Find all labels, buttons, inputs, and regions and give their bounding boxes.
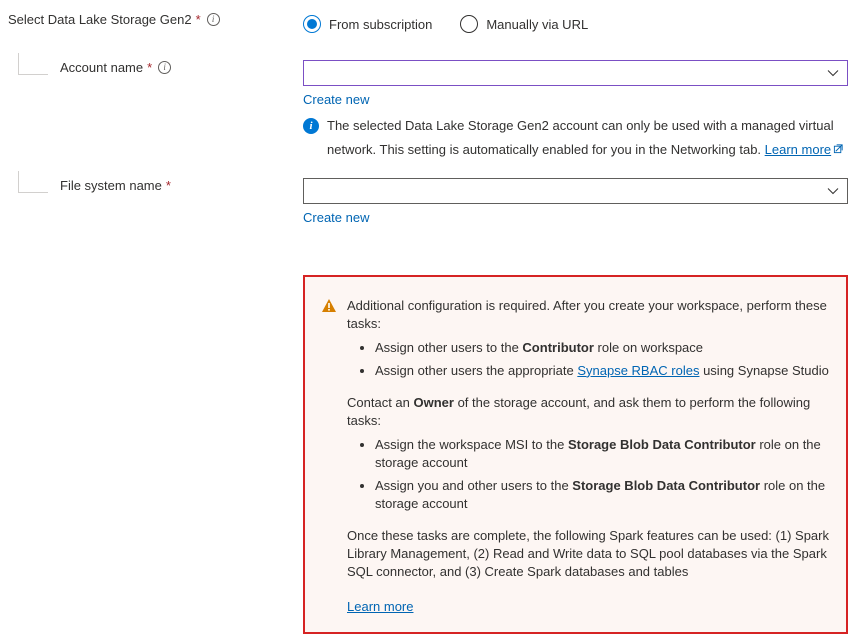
row-file-system-name: File system name * Create new Additio [8, 178, 848, 634]
config-task-msi: Assign the workspace MSI to the Storage … [375, 436, 830, 472]
config-contact-owner: Contact an Owner of the storage account,… [347, 394, 830, 430]
config-task-rbac: Assign other users the appropriate Synap… [375, 362, 830, 380]
required-asterisk: * [147, 60, 152, 75]
file-system-dropdown[interactable] [303, 178, 848, 204]
required-asterisk: * [196, 12, 201, 27]
radio-manually-via-url[interactable]: Manually via URL [460, 15, 588, 33]
radio-from-subscription[interactable]: From subscription [303, 15, 432, 33]
info-filled-icon: i [303, 118, 319, 134]
field-account-name: Create new i The selected Data Lake Stor… [303, 60, 848, 172]
required-asterisk: * [166, 178, 171, 193]
learn-more-config-link[interactable]: Learn more [347, 598, 413, 616]
external-link-icon [833, 141, 844, 159]
config-task-users-blob: Assign you and other users to the Storag… [375, 477, 830, 513]
chevron-down-icon [827, 67, 839, 79]
indent-marker [18, 53, 48, 75]
chevron-down-icon [827, 185, 839, 197]
field-storage-select: From subscription Manually via URL [303, 12, 848, 34]
label-account-name-col: Account name * i [8, 60, 303, 75]
row-storage-select: Select Data Lake Storage Gen2 * i From s… [8, 12, 848, 34]
info-icon[interactable]: i [207, 13, 220, 26]
radio-label-from-subscription: From subscription [329, 17, 432, 32]
field-file-system-name: Create new Additional configuration is r… [303, 178, 848, 634]
label-storage-select: Select Data Lake Storage Gen2 * i [8, 12, 303, 27]
create-new-account-link[interactable]: Create new [303, 92, 369, 107]
config-task-contributor: Assign other users to the Contributor ro… [375, 339, 830, 357]
additional-config-box: Additional configuration is required. Af… [303, 275, 848, 634]
radio-dot-icon [307, 19, 317, 29]
info-icon[interactable]: i [158, 61, 171, 74]
learn-more-network-link[interactable]: Learn more [765, 141, 844, 159]
label-file-system-col: File system name * [8, 178, 303, 193]
label-storage-select-text: Select Data Lake Storage Gen2 [8, 12, 192, 27]
radio-circle-icon [303, 15, 321, 33]
warning-icon [321, 298, 337, 616]
radio-label-manually: Manually via URL [486, 17, 588, 32]
radio-circle-icon [460, 15, 478, 33]
indent-marker [18, 171, 48, 193]
config-task-list-2: Assign the workspace MSI to the Storage … [347, 436, 830, 513]
create-new-filesystem-link[interactable]: Create new [303, 210, 369, 225]
label-account-name: Account name [60, 60, 143, 75]
account-info-text: The selected Data Lake Storage Gen2 acco… [327, 117, 848, 158]
config-closing: Once these tasks are complete, the follo… [347, 527, 830, 582]
row-account-name: Account name * i Create new i The select… [8, 60, 848, 172]
config-intro: Additional configuration is required. Af… [347, 297, 830, 333]
storage-select-radio-group: From subscription Manually via URL [303, 14, 848, 34]
label-file-system-name: File system name [60, 178, 162, 193]
config-task-list-1: Assign other users to the Contributor ro… [347, 339, 830, 379]
config-inner: Additional configuration is required. Af… [321, 297, 830, 616]
account-info-callout: i The selected Data Lake Storage Gen2 ac… [303, 117, 848, 158]
account-name-dropdown[interactable] [303, 60, 848, 86]
config-body: Additional configuration is required. Af… [347, 297, 830, 616]
account-info-body: The selected Data Lake Storage Gen2 acco… [327, 118, 834, 157]
synapse-rbac-link[interactable]: Synapse RBAC roles [577, 363, 699, 378]
